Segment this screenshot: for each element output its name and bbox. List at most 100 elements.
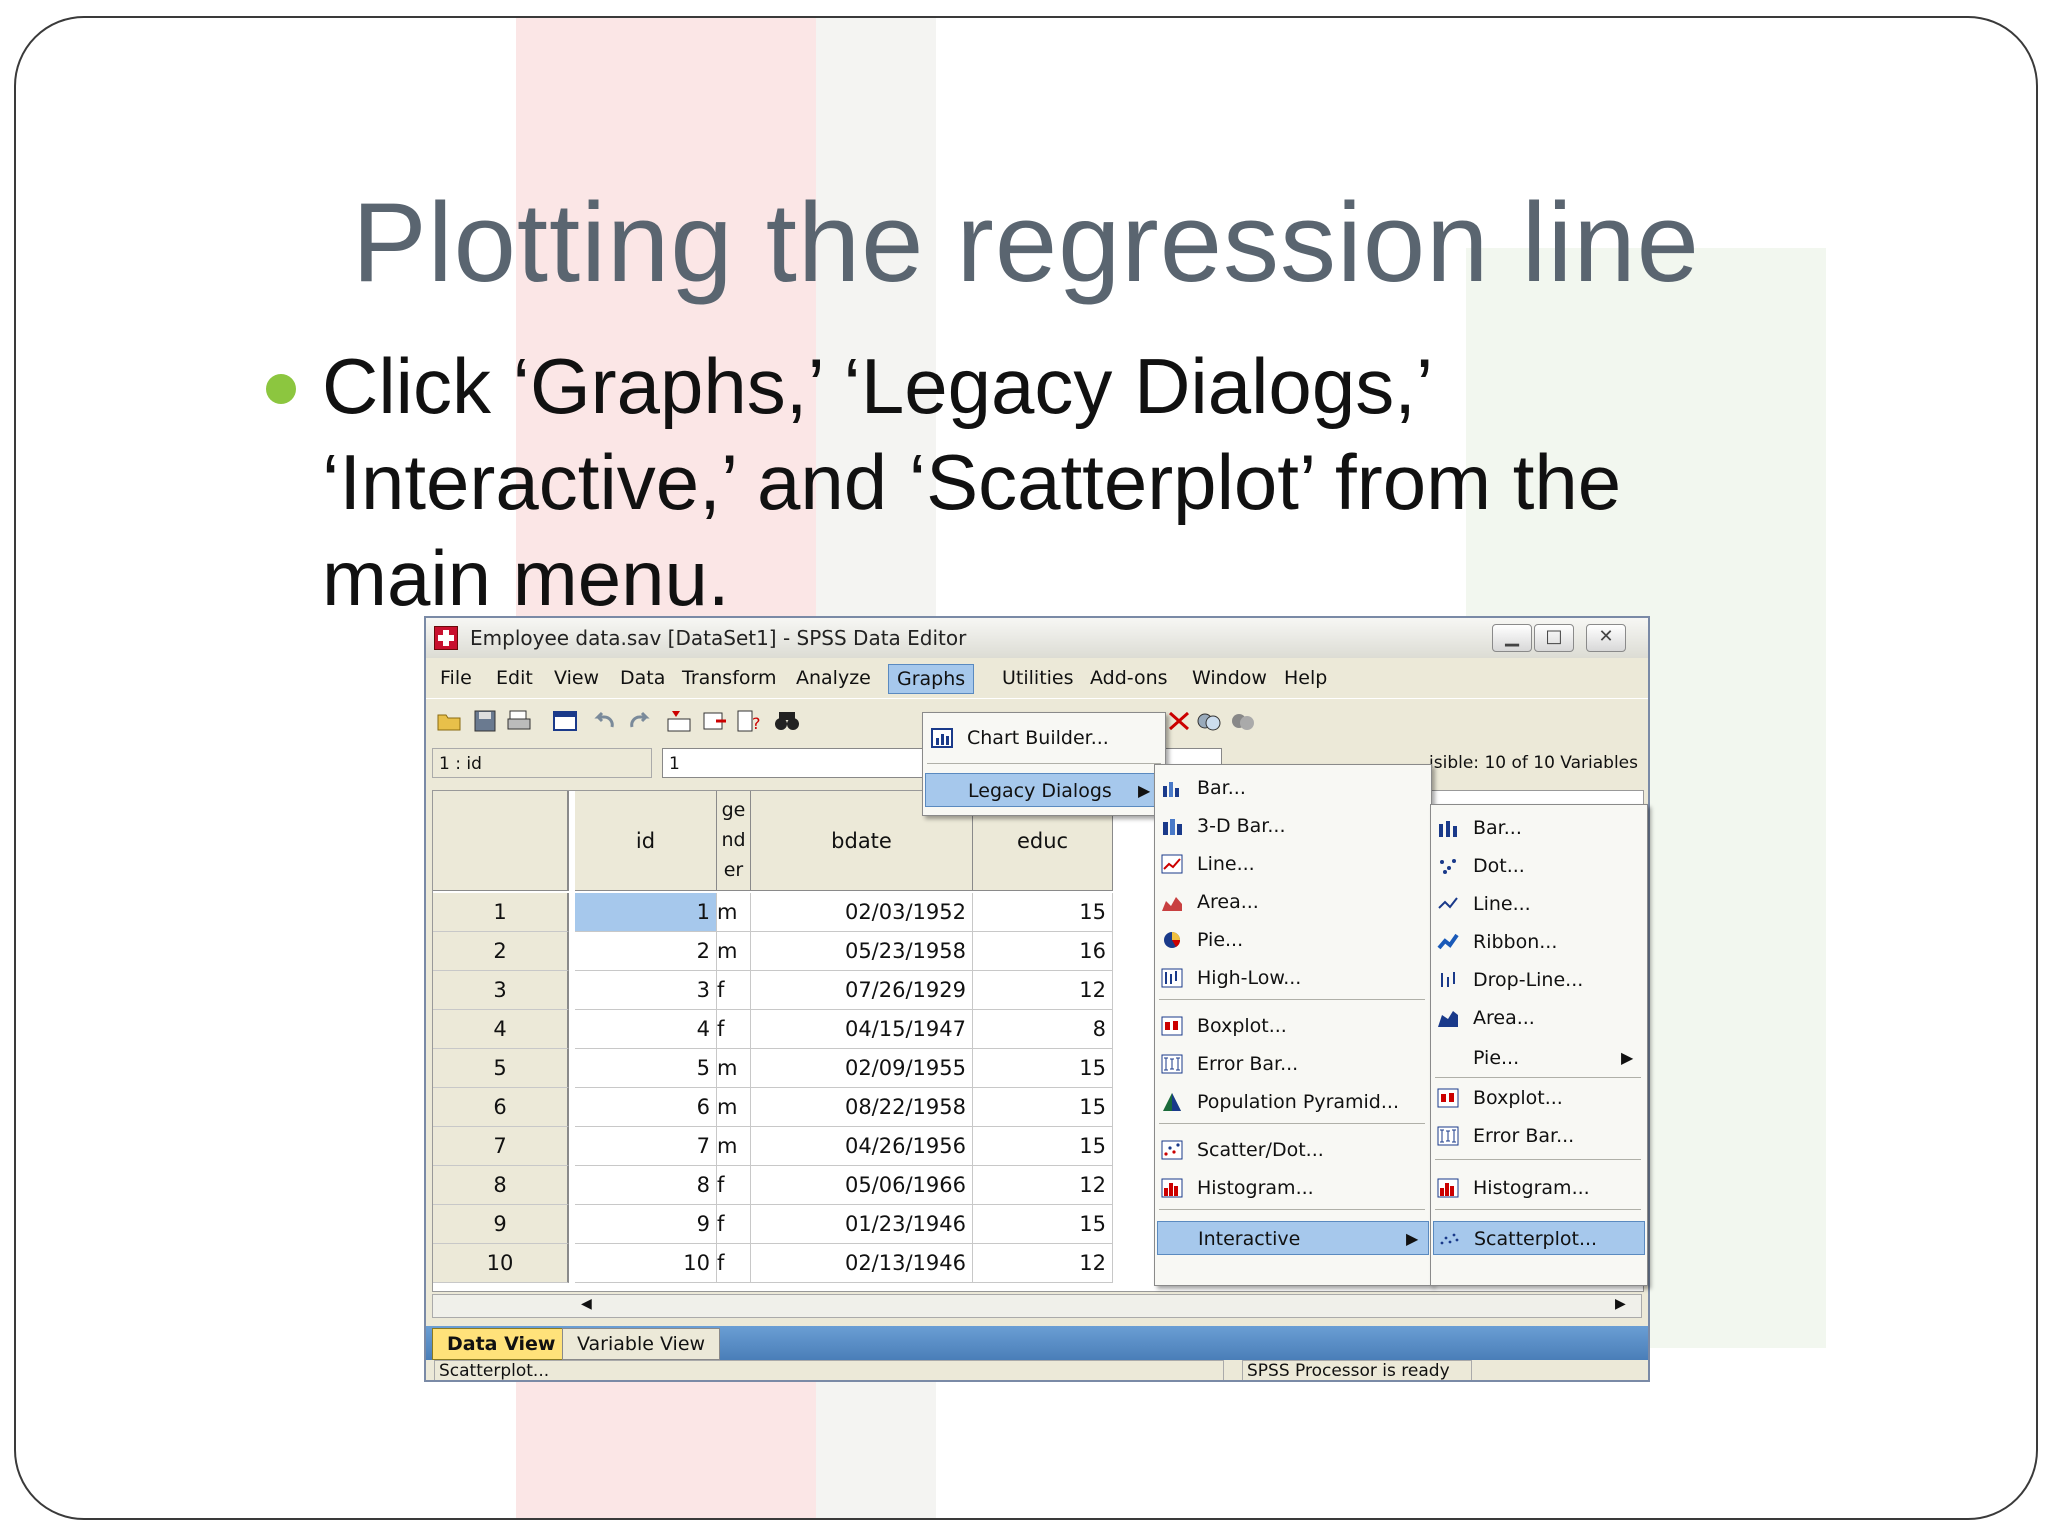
row-header[interactable]: 7 [433, 1127, 569, 1166]
menu-help[interactable]: Help [1276, 664, 1335, 692]
cell-bdate[interactable]: 05/06/1966 [751, 1166, 973, 1205]
legacy-item[interactable]: Line... [1157, 847, 1429, 881]
value-labels-icon[interactable] [1166, 709, 1192, 733]
goto-case-icon[interactable] [666, 709, 692, 733]
tab-data-view[interactable]: Data View [432, 1328, 571, 1360]
legacy-item[interactable]: Scatter/Dot... [1157, 1133, 1429, 1167]
cell-gender[interactable]: f [717, 971, 751, 1010]
cell-id[interactable]: 9 [575, 1205, 717, 1244]
insert-case-icon[interactable] [702, 709, 728, 733]
cell-educ[interactable]: 8 [973, 1010, 1113, 1049]
interactive-item[interactable]: Bar... [1433, 811, 1645, 845]
cell-id[interactable]: 5 [575, 1049, 717, 1088]
row-header[interactable]: 5 [433, 1049, 569, 1088]
row-header[interactable]: 8 [433, 1166, 569, 1205]
row-header[interactable]: 4 [433, 1010, 569, 1049]
cell-id[interactable]: 1 [575, 893, 717, 932]
interactive-item[interactable]: Line... [1433, 887, 1645, 921]
use-sets-icon[interactable] [1196, 709, 1222, 733]
cell-educ[interactable]: 12 [973, 1166, 1113, 1205]
cell-educ[interactable]: 15 [973, 893, 1113, 932]
undo-icon[interactable] [592, 709, 618, 733]
legacy-item[interactable]: Error Bar... [1157, 1047, 1429, 1081]
menu-graphs[interactable]: Graphs [888, 664, 975, 694]
cell-bdate[interactable]: 04/26/1956 [751, 1127, 973, 1166]
interactive-item[interactable]: Scatterplot... [1433, 1221, 1645, 1255]
cell-gender[interactable]: f [717, 1205, 751, 1244]
menu-transform[interactable]: Transform [674, 664, 785, 692]
row-header[interactable]: 10 [433, 1244, 569, 1283]
cell-id[interactable]: 8 [575, 1166, 717, 1205]
menu-edit[interactable]: Edit [488, 664, 541, 692]
interactive-item[interactable]: Area... [1433, 1001, 1645, 1035]
save-icon[interactable] [472, 709, 498, 733]
cell-gender[interactable]: f [717, 1010, 751, 1049]
interactive-item[interactable]: Histogram... [1433, 1171, 1645, 1205]
menu-add-ons[interactable]: Add-ons [1082, 664, 1176, 692]
interactive-item[interactable]: Ribbon... [1433, 925, 1645, 959]
redo-icon[interactable] [626, 709, 652, 733]
cell-gender[interactable]: f [717, 1244, 751, 1283]
cell-gender[interactable]: f [717, 1166, 751, 1205]
open-folder-icon[interactable] [436, 709, 462, 733]
legacy-item[interactable]: 3-D Bar... [1157, 809, 1429, 843]
legacy-item[interactable]: High-Low... [1157, 961, 1429, 995]
tab-variable-view[interactable]: Variable View [562, 1328, 721, 1360]
cell-educ[interactable]: 15 [973, 1205, 1113, 1244]
row-header[interactable]: 3 [433, 971, 569, 1010]
show-all-variables-icon[interactable] [1230, 709, 1256, 733]
cell-educ[interactable]: 12 [973, 1244, 1113, 1283]
menu-utilities[interactable]: Utilities [994, 664, 1082, 692]
cell-gender[interactable]: m [717, 1127, 751, 1166]
column-header-gender[interactable]: ge nd er [717, 791, 751, 891]
maximize-button[interactable]: □ [1534, 624, 1574, 652]
cell-id[interactable]: 6 [575, 1088, 717, 1127]
interactive-item[interactable]: Boxplot... [1433, 1081, 1645, 1115]
legacy-item[interactable]: Interactive ▶ [1157, 1221, 1429, 1255]
cell-gender[interactable]: m [717, 1088, 751, 1127]
cell-bdate[interactable]: 05/23/1958 [751, 932, 973, 971]
menu-item-chart-builder[interactable]: Chart Builder... [925, 721, 1163, 755]
legacy-item[interactable]: Bar... [1157, 771, 1429, 805]
close-button[interactable]: ✕ [1586, 624, 1626, 652]
interactive-item[interactable]: Pie... ▶ [1433, 1041, 1645, 1075]
cell-id[interactable]: 10 [575, 1244, 717, 1283]
find-binoculars-icon[interactable] [774, 709, 800, 733]
dialog-recall-icon[interactable] [552, 709, 578, 733]
interactive-item[interactable]: Drop-Line... [1433, 963, 1645, 997]
cell-bdate[interactable]: 02/09/1955 [751, 1049, 973, 1088]
menu-data[interactable]: Data [612, 664, 673, 692]
cell-id[interactable]: 3 [575, 971, 717, 1010]
interactive-item[interactable]: Error Bar... [1433, 1119, 1645, 1153]
menu-view[interactable]: View [546, 664, 607, 692]
cell-id[interactable]: 7 [575, 1127, 717, 1166]
cell-bdate[interactable]: 08/22/1958 [751, 1088, 973, 1127]
legacy-item[interactable]: Boxplot... [1157, 1009, 1429, 1043]
legacy-item[interactable]: Pie... [1157, 923, 1429, 957]
cell-educ[interactable]: 16 [973, 932, 1113, 971]
cell-gender[interactable]: m [717, 932, 751, 971]
menu-window[interactable]: Window [1184, 664, 1275, 692]
cell-bdate[interactable]: 01/23/1946 [751, 1205, 973, 1244]
cell-id[interactable]: 2 [575, 932, 717, 971]
row-header[interactable]: 2 [433, 932, 569, 971]
cell-bdate[interactable]: 04/15/1947 [751, 1010, 973, 1049]
row-header[interactable]: 6 [433, 1088, 569, 1127]
menu-item-legacy-dialogs[interactable]: Legacy Dialogs ▶ [925, 773, 1163, 807]
column-header-id[interactable]: id [575, 791, 717, 891]
menu-analyze[interactable]: Analyze [788, 664, 879, 692]
interactive-item[interactable]: Dot... [1433, 849, 1645, 883]
cell-gender[interactable]: m [717, 1049, 751, 1088]
cell-educ[interactable]: 15 [973, 1049, 1113, 1088]
cell-bdate[interactable]: 07/26/1929 [751, 971, 973, 1010]
legacy-item[interactable]: Histogram... [1157, 1171, 1429, 1205]
minimize-button[interactable]: ▁ [1492, 624, 1532, 652]
cell-id[interactable]: 4 [575, 1010, 717, 1049]
cell-gender[interactable]: m [717, 893, 751, 932]
horizontal-scrollbar[interactable]: ◀ ▶ [432, 1294, 1642, 1318]
print-icon[interactable] [506, 709, 532, 733]
cell-educ[interactable]: 15 [973, 1088, 1113, 1127]
legacy-item[interactable]: Area... [1157, 885, 1429, 919]
cell-bdate[interactable]: 02/13/1946 [751, 1244, 973, 1283]
variables-icon[interactable]: ? [736, 709, 762, 733]
